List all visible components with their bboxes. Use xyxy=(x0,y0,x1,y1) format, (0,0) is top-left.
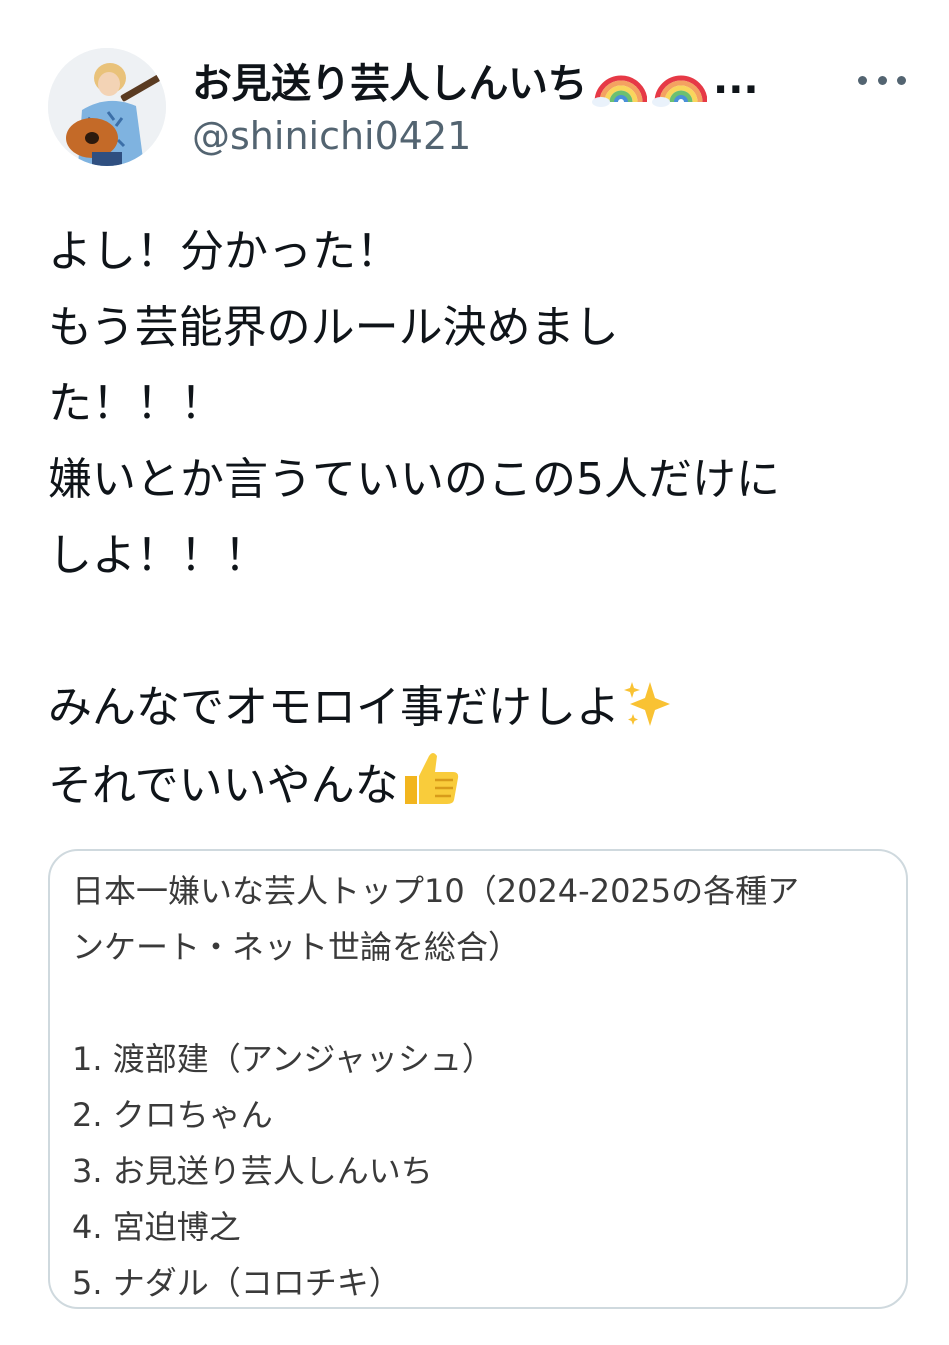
tweet-text-line: しよ！！！ xyxy=(48,530,268,581)
card-text: 日本一嫌いな芸人トップ10（2024-2025の各種ア ンケート・ネット世論を総… xyxy=(72,863,888,1311)
ranking-item: 2. クロちゃん xyxy=(72,1096,273,1134)
tweet-text-segment: みんなでオモロイ事だけしよ xyxy=(48,682,620,733)
avatar-image xyxy=(48,48,166,166)
tweet-text-segment: それでいいやんな xyxy=(48,760,399,811)
tweet-text-line: もう芸能界のルール決めまし xyxy=(48,302,619,353)
tweet-text-line: 嫌いとか言うていいのこの5人だけに xyxy=(48,454,780,505)
name-truncation: ... xyxy=(713,57,759,103)
card-text-line: ンケート・ネット世論を総合） xyxy=(72,928,521,966)
tweet-text-line-with-emoji: みんなでオモロイ事だけしよ xyxy=(48,670,908,746)
more-options-button[interactable] xyxy=(852,58,912,102)
author-name-row[interactable]: お見送り芸人しんいち ... xyxy=(192,52,759,108)
tweet-text: よし！分かった！ もう芸能界のルール決めまし た！！！ 嫌いとか言うていいのこの… xyxy=(48,214,908,822)
ranking-item: 3. お見送り芸人しんいち xyxy=(72,1152,433,1190)
avatar[interactable] xyxy=(48,48,166,166)
rainbow-emoji-icon xyxy=(591,52,648,108)
more-horizontal-icon xyxy=(897,75,906,85)
thumbs-up-icon xyxy=(399,746,463,834)
attached-image-card[interactable]: 日本一嫌いな芸人トップ10（2024-2025の各種ア ンケート・ネット世論を総… xyxy=(48,849,908,1309)
ranking-item: 1. 渡部建（アンジャッシュ） xyxy=(72,1040,494,1078)
card-text-blank-line xyxy=(72,975,888,1031)
tweet-text-line: た！！！ xyxy=(48,378,224,429)
tweet: お見送り芸人しんいち ... @shinichi0421 よし！分かった！ もう… xyxy=(0,0,949,1345)
more-horizontal-icon xyxy=(877,75,887,85)
tweet-text-line-with-emoji: それでいいやんな xyxy=(48,746,908,822)
sparkles-icon xyxy=(620,676,676,756)
more-horizontal-icon xyxy=(858,75,867,85)
ranking-item: 5. ナダル（コロチキ） xyxy=(72,1264,401,1302)
display-name[interactable]: お見送り芸人しんいち xyxy=(192,51,588,109)
card-text-line: 日本一嫌いな芸人トップ10（2024-2025の各種ア xyxy=(72,872,800,910)
handle[interactable]: @shinichi0421 xyxy=(192,114,471,158)
ranking-item: 4. 宮迫博之 xyxy=(72,1208,241,1246)
rainbow-emoji-icon xyxy=(651,52,708,108)
tweet-text-line: よし！分かった！ xyxy=(48,226,400,277)
